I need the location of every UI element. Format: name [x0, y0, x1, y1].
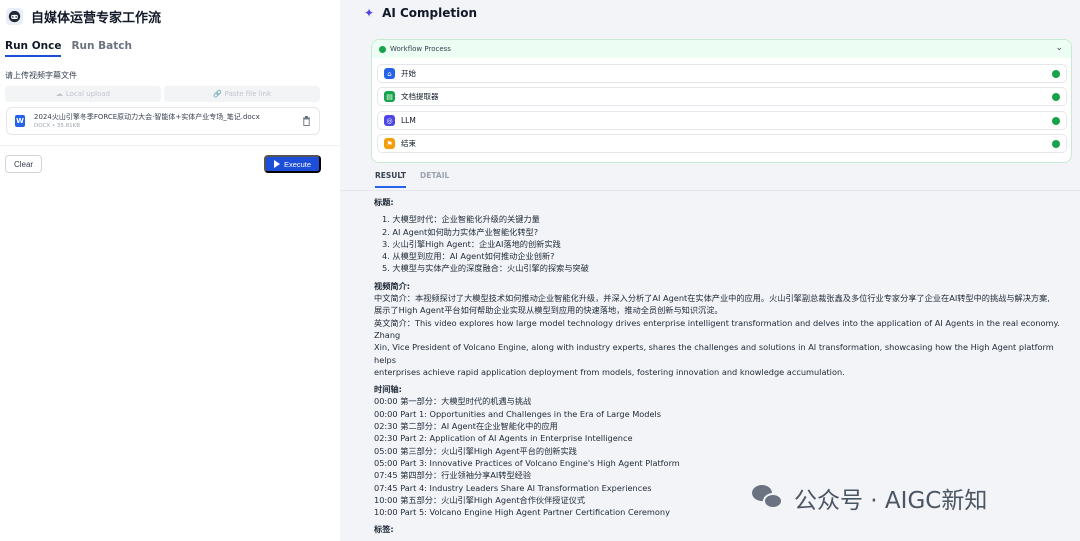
list-item: 4. 从模型到应用：AI Agent如何推动企业创新? [382, 251, 555, 262]
success-check-icon [1052, 70, 1060, 78]
paste-link-button[interactable]: 🔗 Paste file link [164, 86, 320, 102]
success-check-icon [1052, 140, 1060, 148]
timeline-item: 02:30 Part 2: Application of AI Agents i… [374, 433, 633, 444]
watermark-text: 公众号 · AIGC新知 [794, 488, 988, 514]
completion-title: AI Completion [382, 6, 478, 20]
intro-heading: 视频简介: [374, 280, 411, 291]
execute-button[interactable]: Execute [264, 155, 321, 173]
list-item: 3. 火山引擎High Agent：企业AI落地的创新实践 [382, 238, 561, 249]
success-check-icon [1052, 93, 1060, 101]
result-divider [340, 190, 1080, 191]
workflow-node-start[interactable]: ⌂ 开始 [377, 64, 1067, 83]
local-upload-button[interactable]: ☁ Local upload [5, 86, 161, 102]
flag-icon: ⚑ [384, 138, 395, 149]
list-item: 2. AI Agent如何助力实体产业智能化转型? [382, 226, 539, 237]
list-item: 1. 大模型时代：企业智能化升级的关键力量 [382, 214, 540, 225]
intro-line: 展示了High Agent平台如何帮助企业实现从模型到应用的快速落地，推动全员创… [374, 305, 723, 316]
result-tabs: RESULT DETAIL [375, 171, 449, 188]
workflow-node-end[interactable]: ⚑ 结束 [377, 134, 1067, 153]
intro-line: enterprises achieve rapid application de… [374, 366, 845, 377]
app-logo-icon [6, 8, 23, 25]
trash-icon[interactable] [302, 116, 311, 129]
timeline-item: 02:30 第二部分：AI Agent在企业智能化中的应用 [374, 421, 558, 432]
timeline-item: 05:00 Part 3: Innovative Practices of Vo… [374, 457, 680, 468]
node-label: 文档提取器 [401, 92, 439, 101]
file-name: 2024火山引擎冬季FORCE原动力大会·智能体+实体产业专场_笔记.docx [34, 112, 260, 121]
document-icon: ▤ [384, 91, 395, 102]
tags-heading: 标签: [374, 524, 394, 535]
workflow-process-card: Workflow Process ⌄ ⌂ 开始 ▤ 文档提取器 ◎ LLM ⚑ … [371, 39, 1072, 163]
uploaded-file-card: W 2024火山引擎冬季FORCE原动力大会·智能体+实体产业专场_笔记.doc… [6, 107, 320, 135]
llm-icon: ◎ [384, 115, 395, 126]
divider [0, 145, 340, 146]
timeline-item: 00:00 第一部分：大模型时代的机遇与挑战 [374, 396, 532, 407]
list-item: 5. 大模型与实体产业的深度融合：火山引擎的探索与突破 [382, 263, 589, 274]
word-doc-icon: W [15, 115, 25, 127]
watermark: 公众号 · AIGC新知 [752, 481, 987, 515]
tab-run-once[interactable]: Run Once [5, 40, 62, 57]
workflow-node-llm[interactable]: ◎ LLM [377, 111, 1067, 130]
sparkle-icon: ✦ [364, 6, 375, 20]
execute-label: Execute [283, 159, 312, 169]
titles-heading: 标题: [374, 197, 394, 207]
node-label: 开始 [401, 69, 416, 78]
upload-label: 请上传视频字幕文件 [5, 71, 77, 80]
timeline-heading: 时间轴: [374, 384, 402, 395]
paste-link-label: Paste file link [224, 90, 272, 98]
node-label: LLM [401, 116, 416, 125]
intro-line: 中文简介：本视频探讨了大模型技术如何推动企业智能化升级，并深入分析了AI Age… [374, 293, 1050, 304]
chevron-down-icon[interactable]: ⌄ [1055, 43, 1063, 53]
timeline-item: 07:45 第四部分：行业领袖分享AI转型经验 [374, 470, 532, 481]
wechat-icon [752, 485, 784, 511]
timeline-item: 00:00 Part 1: Opportunities and Challeng… [374, 408, 662, 419]
cloud-upload-icon: ☁ [55, 90, 63, 98]
intro-line: 英文简介：This video explores how large model… [374, 317, 1060, 340]
file-meta: DOCX • 35.81KB [34, 122, 81, 129]
run-tabs: Run Once Run Batch [5, 40, 132, 57]
workflow-node-doc-extractor[interactable]: ▤ 文档提取器 [377, 87, 1067, 106]
tab-result[interactable]: RESULT [375, 171, 407, 188]
completion-header: ✦ AI Completion [364, 6, 477, 20]
node-label: 结束 [401, 139, 416, 148]
success-check-icon [1052, 117, 1060, 125]
tab-detail[interactable]: DETAIL [420, 171, 449, 188]
check-circle-icon [379, 45, 386, 53]
app-title: 自媒体运营专家工作流 [31, 11, 162, 26]
intro-line: Xin, Vice President of Volcano Engine, a… [374, 342, 1054, 365]
workflow-header-label: Workflow Process [390, 45, 451, 53]
home-icon: ⌂ [384, 68, 395, 79]
timeline-item: 05:00 第三部分：火山引擎High Agent平台的创新实践 [374, 445, 577, 456]
local-upload-label: Local upload [65, 90, 111, 98]
link-icon: 🔗 [212, 90, 222, 98]
app-header: 自媒体运营专家工作流 [6, 7, 161, 26]
workflow-header[interactable]: Workflow Process ⌄ [372, 40, 1071, 58]
clear-button[interactable]: Clear [5, 155, 42, 173]
play-icon [273, 160, 280, 168]
tab-run-batch[interactable]: Run Batch [71, 40, 132, 57]
left-panel: 自媒体运营专家工作流 Run Once Run Batch 请上传视频字幕文件 … [0, 0, 340, 541]
